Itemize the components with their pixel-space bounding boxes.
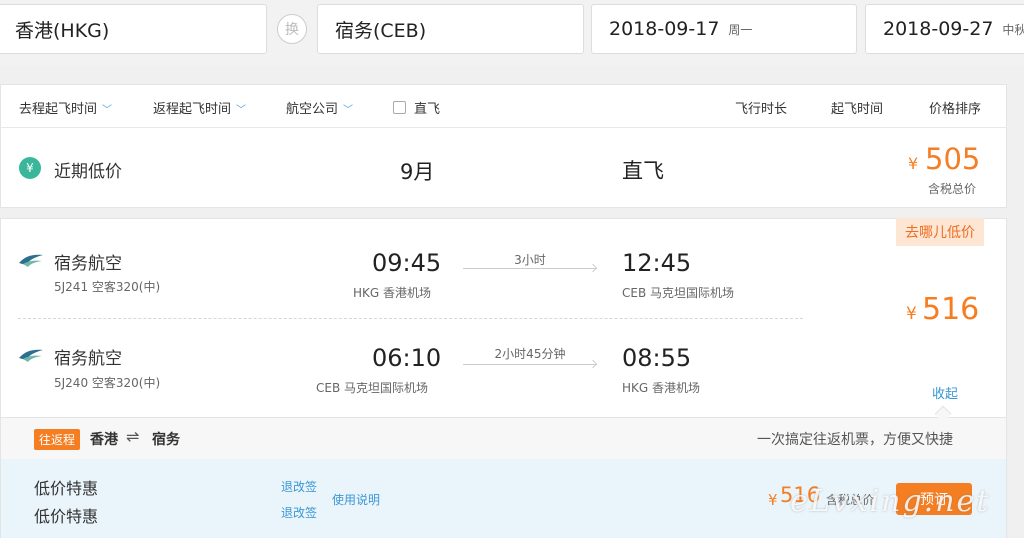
leg1-arr-airport: CEB 马克坦国际机场 <box>622 286 735 300</box>
leg2-dep-airport: CEB 马克坦国际机场 <box>316 381 429 395</box>
swap-arrows-icon: ⇌ <box>126 427 140 446</box>
watermark: eLvxing.net <box>790 484 991 519</box>
flight-currency: ¥ <box>906 304 917 324</box>
leg2-duration-line <box>463 364 597 365</box>
filter-outbound-time-label: 去程起飞时间 <box>19 102 98 117</box>
cebu-pacific-logo-icon <box>19 349 43 362</box>
leg2-flight-info: 5J240 空客320(中) <box>54 376 161 390</box>
sort-price[interactable]: 价格排序 <box>929 98 981 117</box>
leg2-arr-time: 08:55 <box>622 344 692 372</box>
chevron-down-icon: ﹀ <box>236 105 247 116</box>
filter-direct-label: 直飞 <box>414 102 441 117</box>
leg1-flight-info: 5J241 空客320(中) <box>54 280 161 294</box>
yen-icon-glyph: ¥ <box>26 161 34 175</box>
origin-field[interactable]: 香港(HKG) <box>0 4 267 54</box>
recent-label: 近期低价 <box>54 162 122 182</box>
collapse-link[interactable]: 收起 <box>932 383 958 402</box>
depart-date-value: 2018-09-17 <box>609 18 720 40</box>
depart-weekday: 周一 <box>728 22 753 37</box>
leg2-airline: 宿务航空 <box>54 349 122 369</box>
filter-outbound-time[interactable]: 去程起飞时间 ﹀ <box>19 98 112 117</box>
origin-value: 香港(HKG) <box>15 19 110 42</box>
sort-duration-label: 飞行时长 <box>735 102 788 117</box>
yen-icon: ¥ <box>19 157 41 179</box>
recent-currency: ¥ <box>908 154 919 173</box>
leg1-airline: 宿务航空 <box>54 254 122 274</box>
return-date-field[interactable]: 2018-09-27 中秋后 <box>865 4 1024 54</box>
direct-checkbox[interactable] <box>393 101 406 114</box>
filter-direct[interactable]: 直飞 <box>393 98 440 117</box>
cebu-pacific-logo-icon <box>19 254 43 267</box>
filter-airline[interactable]: 航空公司 ﹀ <box>286 98 353 117</box>
return-date-value: 2018-09-27 <box>883 18 994 40</box>
offer-currency: ¥ <box>768 491 778 509</box>
recent-month: 9月 <box>400 160 435 184</box>
sort-price-label: 价格排序 <box>929 102 982 117</box>
chevron-down-icon: ﹀ <box>343 105 354 116</box>
destination-value: 宿务(CEB) <box>335 19 427 42</box>
filter-airline-label: 航空公司 <box>286 102 339 117</box>
leg1-dep-time: 09:45 <box>372 249 442 277</box>
low-price-badge: 去哪儿低价 <box>896 218 984 246</box>
roundtrip-from: 香港 <box>90 432 118 448</box>
flight-price: 516 <box>922 292 980 327</box>
refund-change-link-1[interactable]: 退改签 <box>281 478 317 495</box>
leg2-arr-airport: HKG 香港机场 <box>622 381 701 395</box>
sort-duration[interactable]: 飞行时长 <box>735 98 787 117</box>
recent-price-note: 含税总价 <box>928 182 977 196</box>
leg1-duration-line <box>463 268 597 269</box>
sort-depart-time[interactable]: 起飞时间 <box>831 98 883 117</box>
leg2-dep-time: 06:10 <box>372 344 442 372</box>
roundtrip-to: 宿务 <box>152 432 180 448</box>
leg-divider <box>18 318 803 319</box>
recent-type: 直飞 <box>622 159 664 183</box>
leg1-dep-airport: HKG 香港机场 <box>353 286 432 300</box>
offer-label-2: 低价特惠 <box>34 507 99 526</box>
return-weekday: 中秋后 <box>1002 22 1024 37</box>
chevron-down-icon: ﹀ <box>102 105 113 116</box>
instructions-link[interactable]: 使用说明 <box>332 491 380 508</box>
filter-return-time[interactable]: 返程起飞时间 ﹀ <box>153 98 246 117</box>
refund-change-link-2[interactable]: 退改签 <box>281 504 317 521</box>
filter-return-time-label: 返程起飞时间 <box>153 102 232 117</box>
recent-price: 505 <box>925 142 981 176</box>
swap-label: 换 <box>285 22 299 38</box>
leg1-arr-time: 12:45 <box>622 249 692 277</box>
recent-low-price-row[interactable] <box>0 128 1007 208</box>
swap-button[interactable]: 换 <box>277 14 307 44</box>
destination-field[interactable]: 宿务(CEB) <box>317 4 584 54</box>
leg2-duration: 2小时45分钟 <box>494 347 566 361</box>
depart-date-field[interactable]: 2018-09-17 周一 <box>591 4 857 54</box>
sort-depart-label: 起飞时间 <box>831 102 884 117</box>
roundtrip-tag: 往返程 <box>34 429 81 450</box>
leg1-duration: 3小时 <box>514 253 546 267</box>
roundtrip-slogan: 一次搞定往返机票，方便又快捷 <box>757 432 953 448</box>
offer-label-1: 低价特惠 <box>34 479 99 498</box>
